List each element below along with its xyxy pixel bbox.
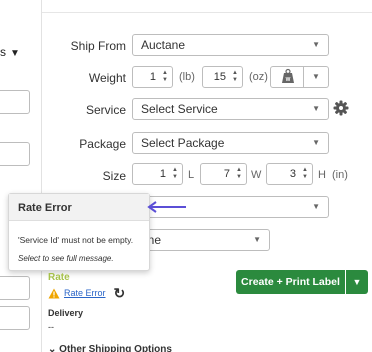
gear-icon[interactable]: [333, 100, 349, 116]
chevron-down-icon: ▼: [312, 104, 320, 113]
left-panel-label: ss: [0, 45, 6, 59]
weight-lb-input[interactable]: 1 ▲ ▼: [132, 66, 173, 88]
weight-oz-value: 15: [213, 71, 226, 83]
size-length-input[interactable]: 1 ▲ ▼: [132, 163, 183, 185]
service-select[interactable]: Select Service ▼: [132, 98, 329, 120]
service-label: Service: [85, 103, 126, 117]
left-panel-dropdown[interactable]: ss ▼: [0, 45, 20, 59]
arrow-left-icon: [147, 201, 186, 213]
insurance-select[interactable]: one ▼: [132, 229, 270, 251]
size-unit: (in): [332, 169, 348, 181]
size-width-value: 7: [223, 168, 230, 180]
other-shipping-options-label: Other Shipping Options: [59, 344, 172, 352]
package-label: Package: [79, 137, 126, 151]
chevron-down-icon: ▼: [352, 277, 362, 287]
service-placeholder: Select Service: [141, 102, 218, 116]
left-input-4[interactable]: [0, 306, 30, 330]
weight-oz-unit: (oz): [249, 71, 268, 83]
popover-message: 'Service Id' must not be empty.: [18, 235, 134, 245]
create-print-label-button[interactable]: Create + Print Label: [236, 270, 345, 294]
package-placeholder: Select Package: [141, 136, 225, 150]
delivery-value: --: [48, 322, 54, 332]
rate-label: Rate: [48, 272, 70, 283]
chevron-down-icon: ⌄: [48, 344, 60, 352]
rate-error-link[interactable]: Rate Error: [64, 288, 106, 298]
svg-text:W: W: [286, 77, 291, 83]
size-length-value: 1: [159, 168, 166, 180]
other-shipping-options-toggle[interactable]: ⌄ Other Shipping Options: [48, 344, 172, 352]
chevron-down-icon: ▼: [312, 72, 320, 81]
create-label-dropdown-button[interactable]: ▼: [346, 270, 368, 294]
chevron-down-icon: ▼: [253, 235, 261, 244]
divider: [42, 12, 372, 13]
package-select[interactable]: Select Package ▼: [132, 132, 329, 154]
ship-from-select[interactable]: Auctane ▼: [132, 34, 329, 56]
size-width-unit: W: [251, 169, 262, 181]
size-height-input[interactable]: 3 ▲ ▼: [266, 163, 313, 185]
stepper-icon[interactable]: ▲ ▼: [302, 167, 308, 181]
popover-hint[interactable]: Select to see full message.: [18, 254, 114, 263]
weight-oz-input[interactable]: 15 ▲ ▼: [202, 66, 243, 88]
weight-label: Weight: [88, 71, 126, 85]
ship-from-value: Auctane: [141, 38, 186, 52]
stepper-icon[interactable]: ▲ ▼: [232, 70, 238, 84]
chevron-down-icon: ▼: [312, 202, 320, 211]
weight-lb-value: 1: [149, 71, 156, 83]
size-length-unit: L: [188, 169, 195, 181]
chevron-down-icon: ▼: [312, 40, 320, 49]
left-input-2[interactable]: [0, 142, 30, 166]
chevron-down-icon: ▼: [312, 138, 320, 147]
delivery-label: Delivery: [48, 308, 84, 318]
size-height-unit: H: [318, 169, 326, 181]
size-width-input[interactable]: 7 ▲ ▼: [200, 163, 247, 185]
rate-error-popover[interactable]: Rate Error 'Service Id' must not be empt…: [8, 193, 150, 271]
refresh-icon[interactable]: ↻: [114, 286, 126, 300]
ship-from-label: Ship From: [70, 39, 126, 53]
chevron-down-icon: ▼: [10, 48, 20, 59]
left-panel: ss ▼: [0, 0, 42, 352]
scale-dropdown[interactable]: ▼: [304, 66, 329, 88]
popover-title: Rate Error: [9, 194, 149, 221]
left-input-3[interactable]: [0, 276, 30, 300]
stepper-icon[interactable]: ▲ ▼: [162, 70, 168, 84]
size-height-value: 3: [289, 168, 296, 180]
stepper-icon[interactable]: ▲ ▼: [172, 167, 178, 181]
warning-icon: [48, 288, 60, 298]
size-label: Size: [102, 169, 126, 183]
stepper-icon[interactable]: ▲ ▼: [236, 167, 242, 181]
scale-icon: W: [282, 68, 294, 83]
scale-button[interactable]: W: [270, 66, 304, 88]
rate-row: Rate Error ↻: [48, 286, 126, 300]
weight-lb-unit: (lb): [179, 71, 195, 83]
left-input-1[interactable]: [0, 90, 30, 114]
